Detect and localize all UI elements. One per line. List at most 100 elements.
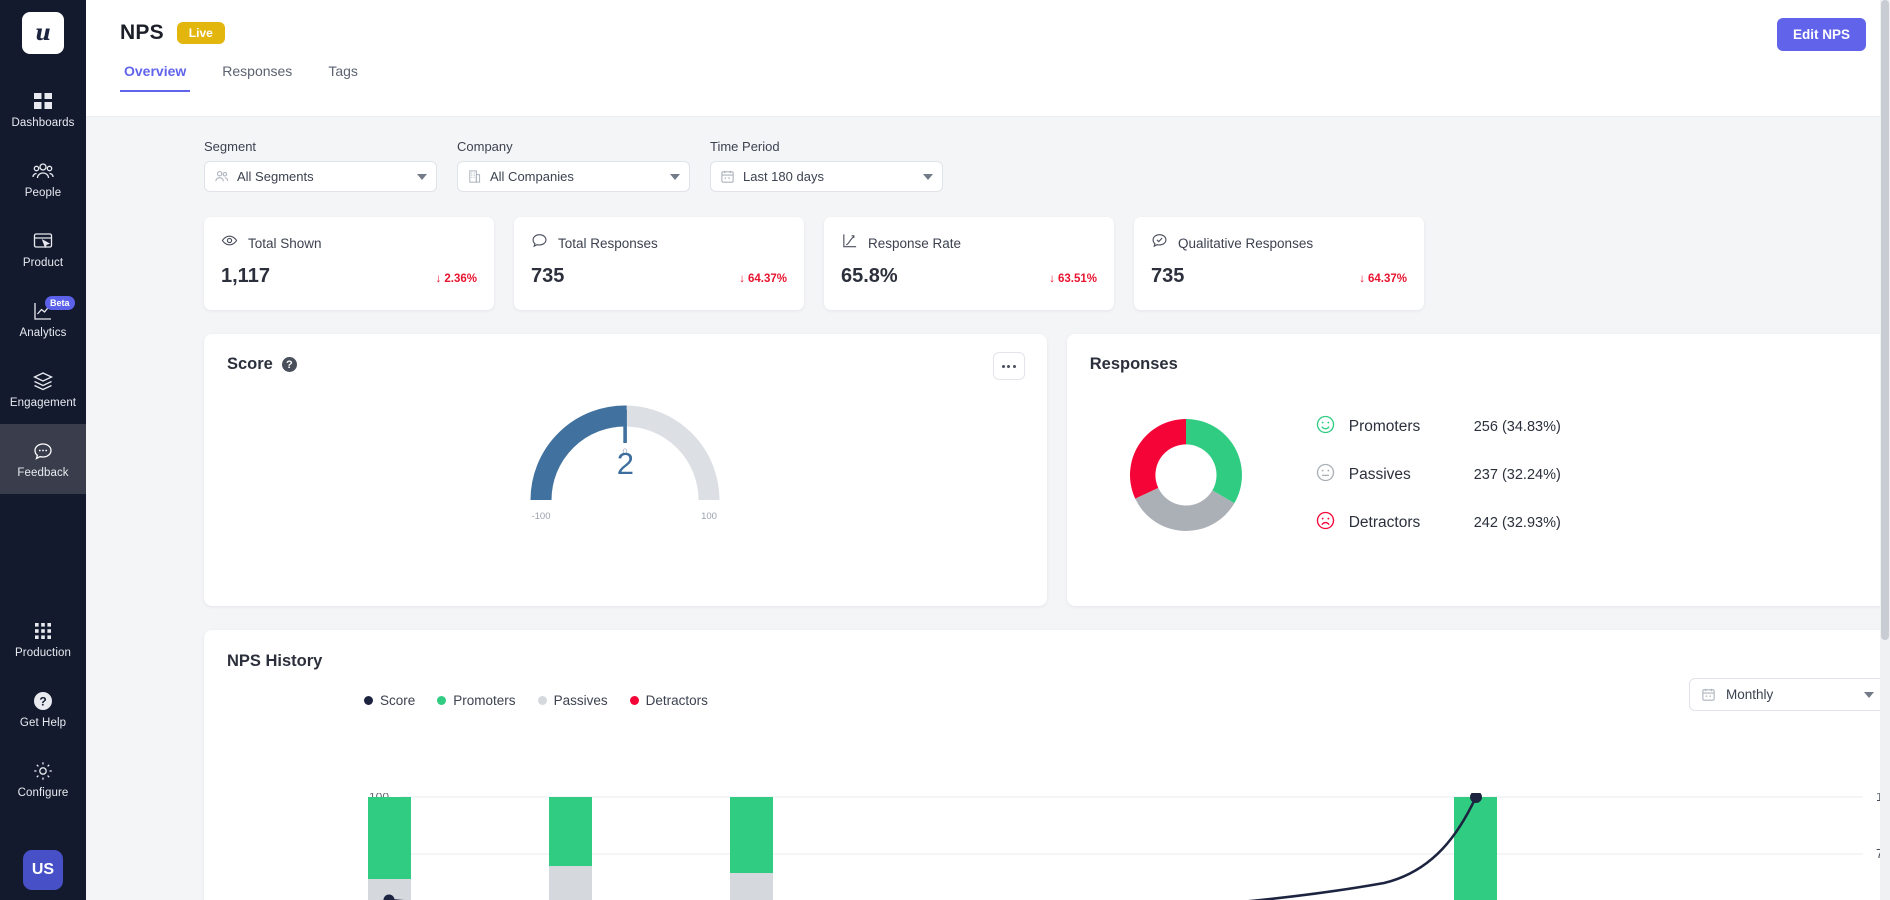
kpi-header: Response Rate [841, 232, 1097, 254]
kpi-delta: ↓ 64.37% [1359, 273, 1407, 285]
tab-tags[interactable]: Tags [324, 63, 362, 92]
bar-promoters [549, 797, 592, 866]
check-chat-icon [1151, 232, 1168, 254]
beta-badge: Beta [45, 296, 75, 310]
arrow-down-icon: ↓ [1359, 273, 1365, 285]
bar-promoters [730, 797, 773, 873]
product-icon [32, 230, 54, 252]
sidebar-item-analytics[interactable]: Beta Analytics [0, 284, 86, 354]
sidebar-item-production[interactable]: Production [0, 604, 86, 674]
sidebar-item-label: Analytics [20, 327, 67, 339]
eye-icon [221, 232, 238, 254]
legend-label: Detractors [1349, 514, 1461, 532]
responses-card: Responses [1067, 334, 1890, 606]
app-logo[interactable]: u [22, 12, 64, 54]
legend-dot [630, 696, 639, 705]
kpi-delta: ↓ 63.51% [1049, 273, 1097, 285]
scrollbar-thumb[interactable] [1881, 0, 1889, 640]
kpi-footer: 1,117 ↓ 2.36% [221, 265, 477, 288]
bar-passives [730, 873, 773, 900]
tab-responses[interactable]: Responses [218, 63, 296, 92]
legend-dot [538, 696, 547, 705]
legend-item-promoters[interactable]: Promoters [437, 693, 515, 708]
legend-row-promoters: Promoters 256 (34.83%) [1315, 414, 1561, 440]
legend-label: Passives [1349, 466, 1461, 484]
legend-row-passives: Passives 237 (32.24%) [1315, 462, 1561, 488]
legend-value: 256 (34.83%) [1474, 419, 1561, 435]
sidebar-bottom-nav: Production ? Get Help Configure [0, 604, 86, 814]
responses-legend: Promoters 256 (34.83%) Passives [1315, 414, 1561, 536]
kpi-header: Total Responses [531, 232, 787, 254]
gauge-needle [624, 410, 628, 443]
app-root: u Dashboards People [0, 0, 1890, 900]
sidebar-item-label: Get Help [20, 717, 66, 729]
sidebar-item-configure[interactable]: Configure [0, 744, 86, 814]
dot [1002, 365, 1005, 368]
donut-slice-promoters [1186, 419, 1242, 503]
company-select[interactable]: All Companies [457, 161, 690, 192]
gauge-tick-min: -100 [532, 511, 551, 522]
card-title: Score ? [204, 334, 1047, 374]
time-period-select[interactable]: Last 180 days [710, 161, 943, 192]
sidebar: u Dashboards People [0, 0, 86, 900]
kpi-card-response-rate: Response Rate 65.8% ↓ 63.51% [824, 217, 1114, 310]
chevron-down-icon [923, 174, 933, 180]
kpi-delta-value: 63.51% [1058, 273, 1097, 285]
sidebar-item-dashboards[interactable]: Dashboards [0, 74, 86, 144]
sidebar-item-label: Production [15, 647, 71, 659]
sidebar-item-feedback[interactable]: Feedback [0, 424, 86, 494]
kpi-title: Total Responses [558, 236, 658, 251]
edit-nps-button[interactable]: Edit NPS [1777, 18, 1866, 51]
kpi-title: Response Rate [868, 236, 961, 251]
legend-label: Promoters [1349, 418, 1461, 436]
filter-time-period: Time Period Last 180 days [710, 139, 943, 192]
filter-label: Company [457, 139, 690, 154]
kpi-delta-value: 2.36% [444, 273, 477, 285]
svg-text:?: ? [39, 694, 46, 708]
legend-item-passives[interactable]: Passives [538, 693, 608, 708]
tab-bar: Overview Responses Tags [120, 63, 1866, 92]
sidebar-item-product[interactable]: Product [0, 214, 86, 284]
kpi-card-total-shown: Total Shown 1,117 ↓ 2.36% [204, 217, 494, 310]
page-scrollbar[interactable] [1880, 0, 1890, 900]
legend-label: Promoters [453, 693, 515, 708]
sidebar-item-engagement[interactable]: Engagement [0, 354, 86, 424]
avatar[interactable]: US [23, 850, 63, 890]
feedback-icon [32, 440, 54, 462]
sidebar-item-label: Product [23, 257, 63, 269]
sidebar-item-get-help[interactable]: ? Get Help [0, 674, 86, 744]
legend-item-detractors[interactable]: Detractors [630, 693, 708, 708]
company-value: All Companies [490, 169, 662, 184]
tab-overview[interactable]: Overview [120, 63, 190, 92]
legend-label: Passives [554, 693, 608, 708]
dot [1007, 365, 1010, 368]
filter-segment: Segment All Segments [204, 139, 437, 192]
help-icon[interactable]: ? [282, 357, 297, 372]
segment-select[interactable]: All Segments [204, 161, 437, 192]
bar-promoters [1454, 797, 1497, 900]
legend-dot [437, 696, 446, 705]
history-chart-legend: Score Promoters Passives Detractors [204, 671, 1890, 708]
arrow-down-icon: ↓ [1049, 273, 1055, 285]
chevron-down-icon [670, 174, 680, 180]
responses-content: Promoters 256 (34.83%) Passives [1067, 374, 1890, 554]
filter-label: Time Period [710, 139, 943, 154]
calendar-icon [1701, 687, 1716, 702]
filter-company: Company All Companies [457, 139, 690, 192]
legend-value: 237 (32.24%) [1474, 467, 1561, 483]
score-menu-button[interactable] [993, 352, 1025, 380]
sidebar-item-people[interactable]: People [0, 144, 86, 214]
bar-group-4 [1454, 797, 1497, 900]
kpi-header: Qualitative Responses [1151, 232, 1407, 254]
bar-group-3 [730, 797, 773, 900]
main-content: NPS Live Edit NPS Overview Responses Tag… [86, 0, 1890, 900]
history-period-select[interactable]: Monthly [1689, 678, 1886, 711]
time-period-value: Last 180 days [743, 169, 915, 184]
legend-label: Score [380, 693, 415, 708]
bar-group-1 [368, 797, 411, 900]
legend-item-score[interactable]: Score [364, 693, 415, 708]
legend-row-detractors: Detractors 242 (32.93%) [1315, 510, 1561, 536]
sidebar-item-label: Engagement [10, 397, 76, 409]
kpi-value: 735 [531, 265, 564, 288]
responses-donut-chart [1107, 396, 1265, 554]
